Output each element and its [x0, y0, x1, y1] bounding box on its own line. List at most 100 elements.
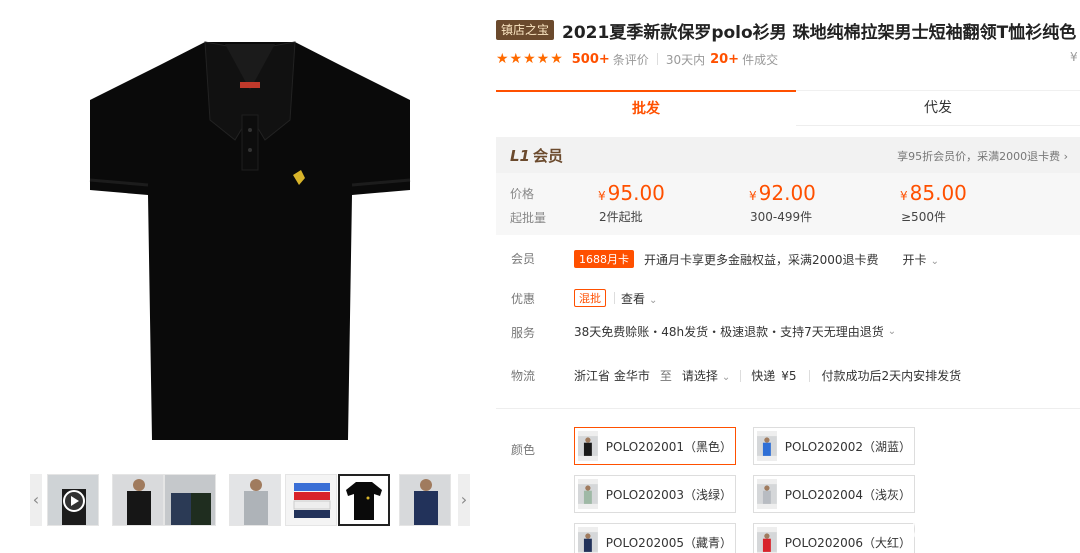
sku-swatch [757, 431, 777, 461]
reviews-count[interactable]: 500+ [572, 52, 610, 67]
thumbnail-2[interactable] [112, 474, 164, 526]
member-level-label: 会员 [533, 147, 564, 165]
tier-3-qty: ≥500件 [901, 210, 946, 224]
share-icon[interactable]: ¥ [1070, 50, 1078, 64]
sku-swatch [578, 479, 598, 509]
sku-swatch [757, 479, 777, 509]
thumbnail-7[interactable] [399, 474, 451, 526]
tier-2-price: ¥92.00 [749, 181, 816, 205]
price-tiers: 价格 起批量 ¥95.00 2件起批 ¥92.00 300-499件 ¥85.0… [496, 173, 1080, 235]
shop-treasure-badge: 镇店之宝 [496, 20, 555, 40]
member-row-label: 会员 [511, 252, 536, 266]
thumbnail-strip: ‹ › [30, 474, 472, 528]
monthly-card-tag: 1688月卡 [574, 250, 634, 268]
view-discount-button[interactable]: 查看 ⌄ [621, 290, 657, 307]
chevron-right-icon: › [1063, 150, 1068, 163]
ship-note: 付款成功后2天内安排发货 [821, 369, 962, 383]
logistics-row: 浙江省 金华市 至 请选择 ⌄ 快递 ¥5 付款成功后2天内安排发货 [574, 367, 961, 384]
section-divider [496, 408, 1080, 409]
mixed-batch-tag: 混批 [574, 289, 606, 307]
sold-count: 20+ [710, 51, 740, 67]
tab-dropship[interactable]: 代发 [796, 90, 1080, 126]
thumbnail-image [286, 475, 336, 525]
chevron-down-icon: ⌄ [887, 326, 897, 337]
chevron-down-icon: ⌄ [721, 372, 731, 383]
sku-label: POLO202006（大红） [784, 535, 911, 550]
price-label: 价格 [510, 187, 535, 201]
product-title: 2021夏季新款保罗polo衫男 珠地纯棉拉架男士短袖翻领T恤衫纯色 [562, 22, 1077, 43]
thumbnail-image [400, 475, 450, 525]
sku-option-black[interactable]: POLO202001（黑色） [574, 427, 736, 465]
service-row-label: 服务 [511, 326, 536, 340]
logistics-row-label: 物流 [511, 369, 536, 383]
service-text: 38天免费赊账・48h发货・极速退款・支持7天无理由退货 [574, 325, 884, 339]
thumbnail-4[interactable] [229, 474, 281, 526]
sku-option-light-green[interactable]: POLO202003（浅绿） [574, 475, 736, 513]
divider [740, 369, 742, 382]
sku-option-red[interactable]: POLO202006（大红） [753, 523, 915, 553]
thumbnail-image [165, 475, 215, 525]
chevron-down-icon: ⌄ [930, 255, 939, 267]
black-polo-shirt-image [89, 41, 411, 440]
chevron-left-icon[interactable]: ‹ [30, 474, 42, 526]
divider [614, 292, 615, 304]
destination-select[interactable]: 请选择 ⌄ [682, 367, 730, 384]
member-level-icon: L1 [510, 147, 530, 165]
member-row: 1688月卡 开通月卡享更多金融权益，采满2000退卡费 开卡 ⌄ [574, 250, 939, 268]
sold-prefix: 30天内 [665, 52, 706, 67]
main-product-image[interactable] [30, 20, 470, 460]
sku-swatch [578, 527, 598, 553]
chevron-down-icon: ⌄ [649, 294, 658, 306]
sku-label: POLO202004（浅灰） [784, 487, 911, 502]
express-fee: ¥5 [781, 368, 797, 383]
sku-swatch [757, 527, 777, 553]
qty-label: 起批量 [510, 211, 547, 225]
sku-label: POLO202003（浅绿） [605, 487, 732, 502]
discount-row-label: 优惠 [511, 292, 536, 306]
thumbnail-image [113, 475, 163, 525]
watermark-logo-icon: 值 [912, 514, 940, 543]
sold-suffix: 件成交 [742, 52, 779, 67]
purchase-mode-tabs: 批发 代发 [496, 90, 1080, 126]
sku-label: POLO202002（湖蓝） [784, 439, 911, 454]
ship-from: 浙江省 金华市 [574, 369, 650, 383]
member-benefit-text: 开通月卡享更多金融权益，采满2000退卡费 [644, 252, 879, 267]
tier-2-qty: 300-499件 [750, 210, 813, 224]
color-label: 颜色 [511, 443, 536, 457]
tier-1-qty: 2件起批 [599, 210, 643, 224]
sku-label: POLO202001（黑色） [605, 439, 732, 454]
watermark-text: 什么值得买 [946, 518, 1046, 542]
tab-wholesale[interactable]: 批发 [496, 90, 796, 126]
member-benefit-link[interactable]: 享95折会员价，采满2000退卡费 › [897, 148, 1068, 164]
thumbnail-6-selected[interactable] [338, 474, 390, 526]
member-benefit-text: 享95折会员价，采满2000退卡费 [897, 150, 1061, 163]
sku-option-light-grey[interactable]: POLO202004（浅灰） [753, 475, 915, 513]
express-label: 快递 [751, 369, 776, 383]
discount-row: 混批 查看 ⌄ [574, 289, 657, 307]
to-word: 至 [659, 369, 672, 383]
tier-3-price: ¥85.00 [900, 181, 967, 205]
sku-option-navy[interactable]: POLO202005（藏青） [574, 523, 736, 553]
title-row: 镇店之宝 2021夏季新款保罗polo衫男 珠地纯棉拉架男士短袖翻领T恤衫纯色 [496, 18, 1077, 43]
sku-swatch [578, 431, 598, 461]
thumbnail-3[interactable] [164, 474, 216, 526]
thumbnail-image [48, 475, 98, 525]
watermark: 值 什么值得买 [912, 514, 1046, 543]
rating-row: ★★★★★ 500+ 条评价 30天内 20+ 件成交 [496, 50, 778, 68]
sku-option-lake-blue[interactable]: POLO202002（湖蓝） [753, 427, 915, 465]
thumbnail-image [340, 476, 388, 524]
chevron-right-icon[interactable]: › [458, 474, 470, 526]
tier-1-price: ¥95.00 [598, 181, 665, 205]
divider [808, 369, 810, 382]
thumbnail-image [230, 475, 280, 525]
open-card-button[interactable]: 开卡 ⌄ [903, 251, 939, 268]
member-level-header: L1 会员 享95折会员价，采满2000退卡费 › [496, 137, 1080, 173]
thumbnail-5[interactable] [285, 474, 337, 526]
sku-label: POLO202005（藏青） [605, 535, 732, 550]
thumbnail-video[interactable] [47, 474, 99, 526]
divider [656, 53, 658, 65]
member-level: L1 会员 [510, 145, 563, 166]
service-row[interactable]: 38天免费赊账・48h发货・极速退款・支持7天无理由退货 ⌄ [574, 323, 896, 340]
star-rating-icon: ★★★★★ [496, 51, 564, 67]
reviews-label[interactable]: 条评价 [613, 51, 649, 68]
